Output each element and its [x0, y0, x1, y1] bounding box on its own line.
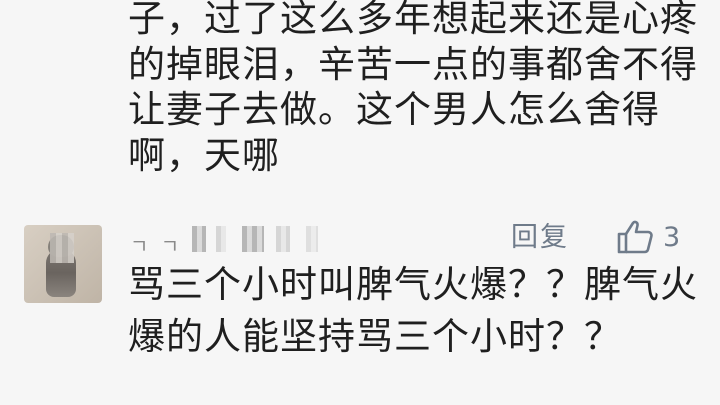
comment-text-line: 的掉眼泪，辛苦一点的事都舍不得 — [128, 42, 698, 86]
comment-text-line: 让妻子去做。这个男人怎么舍得 — [128, 88, 660, 131]
username-mosaic — [306, 226, 318, 252]
username-mosaic — [192, 226, 206, 252]
avatar[interactable] — [24, 225, 102, 303]
username[interactable]: ㄱ ㄱ — [130, 222, 350, 262]
username-mosaic — [276, 226, 290, 252]
thumbs-up-icon[interactable] — [615, 219, 655, 255]
comment-text-line: 啊，天哪 — [128, 133, 280, 177]
comment-text-line: 骂三个小时叫脾气火爆？？脾气火 — [128, 263, 698, 306]
comment-text-line: 子，过了这么多年想起来还是心疼 — [128, 0, 698, 40]
username-mosaic — [216, 226, 226, 252]
reply-button[interactable]: 回复 — [511, 220, 569, 256]
comment-item: ㄱ ㄱ 回复 3 骂三个小时叫脾气火爆？？脾气火 爆的人能坚持骂三个小时？？ — [0, 205, 720, 405]
username-mosaic — [242, 226, 264, 252]
comment-body: 骂三个小时叫脾气火爆？？脾气火 爆的人能坚持骂三个小时？？ — [128, 259, 708, 363]
username-text: ㄱ ㄱ — [130, 234, 183, 258]
previous-comment-text: 子，过了这么多年想起来还是心疼 的掉眼泪，辛苦一点的事都舍不得 让妻子去做。这个… — [128, 0, 708, 178]
like-count: 3 — [663, 222, 681, 253]
avatar-blur-mosaic — [50, 233, 74, 263]
comment-text-line: 爆的人能坚持骂三个小时？？ — [128, 315, 622, 358]
